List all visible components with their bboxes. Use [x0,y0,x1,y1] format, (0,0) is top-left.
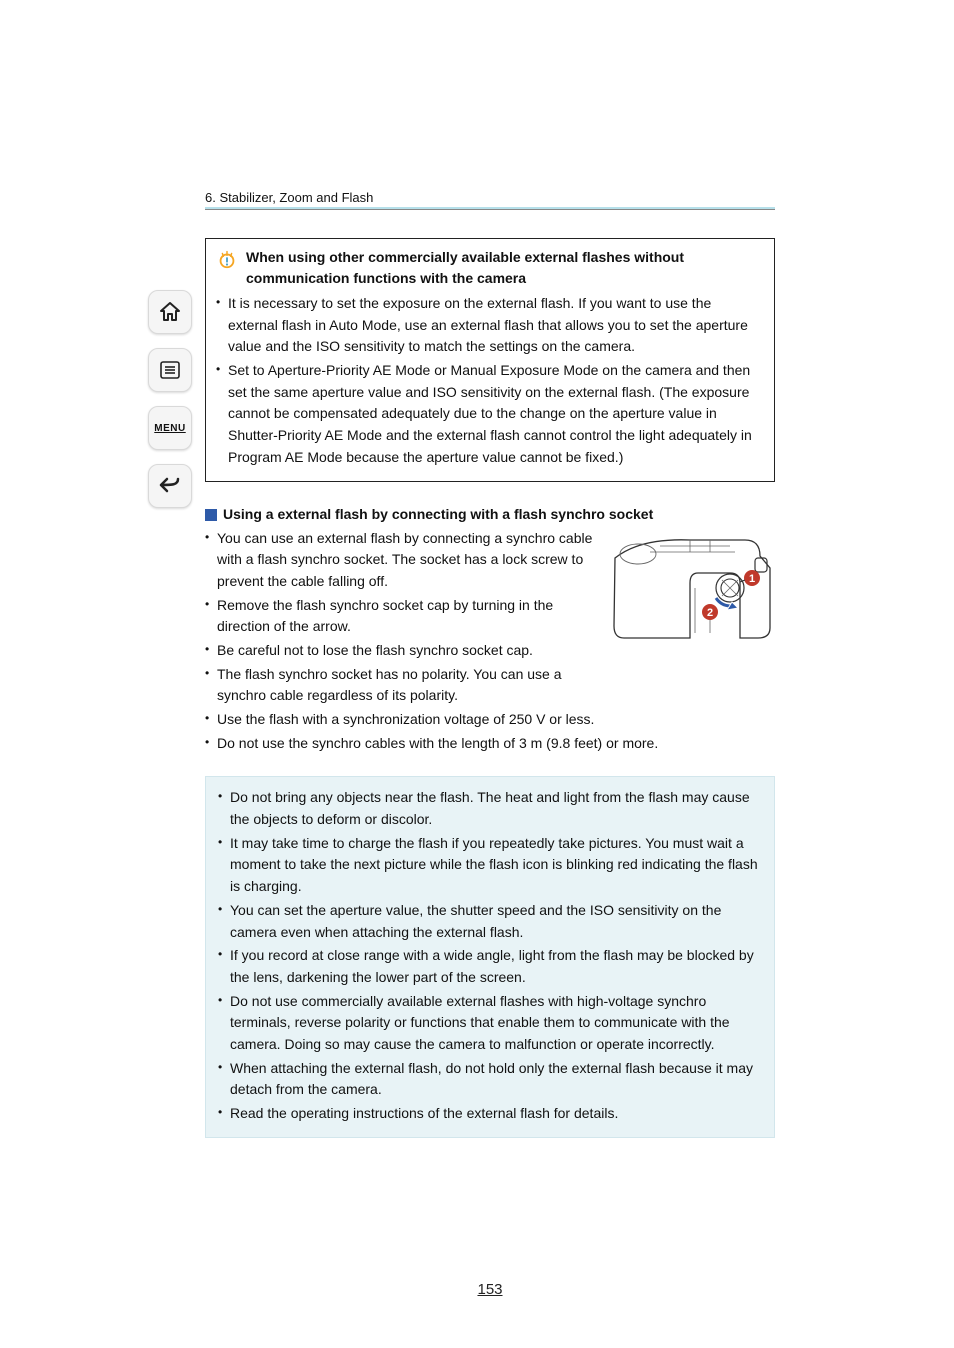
section-bullet: • Remove the flash synchro socket cap by… [205,595,600,638]
tip-icon [216,248,238,270]
chapter-title: 6. Stabilizer, Zoom and Flash [205,190,373,205]
note-bullet-text: Do not use commercially available extern… [230,991,762,1056]
nav-toc-button[interactable] [148,348,192,392]
section-bullet: • Do not use the synchro cables with the… [205,733,775,755]
section-bullet-text: Remove the flash synchro socket cap by t… [217,595,600,638]
section-bullet: • Use the flash with a synchronization v… [205,709,775,731]
home-icon [158,300,182,324]
page-content: 6. Stabilizer, Zoom and Flash When using… [205,190,775,1138]
section-heading: Using a external flash by connecting wit… [205,506,775,522]
section-bullet: • You can use an external flash by conne… [205,528,600,593]
note-bullet: •Read the operating instructions of the … [218,1103,762,1125]
note-bullet: •You can set the aperture value, the shu… [218,900,762,943]
section-title: Using a external flash by connecting wit… [223,506,653,522]
list-icon [158,358,182,382]
chapter-divider [205,207,775,210]
callout-1: 1 [749,573,755,585]
note-bullet-text: Do not bring any objects near the flash.… [230,787,762,830]
note-bullet-text: If you record at close range with a wide… [230,945,762,988]
section-bullet-text: Do not use the synchro cables with the l… [217,733,775,755]
section-bullet-text: Use the flash with a synchronization vol… [217,709,775,731]
note-bullet-text: It may take time to charge the flash if … [230,833,762,898]
note-bullet: •If you record at close range with a wid… [218,945,762,988]
camera-socket-figure: 1 2 [610,528,775,647]
section-bullet-text: The flash synchro socket has no polarity… [217,664,600,707]
nav-home-button[interactable] [148,290,192,334]
section-bullet: • The flash synchro socket has no polari… [205,664,600,707]
callout-2: 2 [707,607,713,619]
tip-title: When using other commercially available … [246,247,764,289]
tip-bullet: • It is necessary to set the exposure on… [216,293,764,358]
tip-bullet-text: Set to Aperture-Priority AE Mode or Manu… [228,360,764,468]
notes-box: •Do not bring any objects near the flash… [205,776,775,1137]
nav-back-button[interactable] [148,464,192,508]
note-bullet: •When attaching the external flash, do n… [218,1058,762,1101]
section-bullet-text: Be careful not to lose the flash synchro… [217,640,600,662]
menu-icon-text: MENU [154,423,185,434]
note-bullet: •Do not bring any objects near the flash… [218,787,762,830]
nav-menu-button[interactable]: MENU [148,406,192,450]
note-bullet-text: Read the operating instructions of the e… [230,1103,762,1125]
note-bullet-text: You can set the aperture value, the shut… [230,900,762,943]
chapter-header: 6. Stabilizer, Zoom and Flash [205,190,775,214]
section-bullet: • Be careful not to lose the flash synch… [205,640,600,662]
note-bullet: •It may take time to charge the flash if… [218,833,762,898]
tip-box: When using other commercially available … [205,238,775,482]
note-bullet-text: When attaching the external flash, do no… [230,1058,762,1101]
tip-bullet-text: It is necessary to set the exposure on t… [228,293,764,358]
note-bullet: •Do not use commercially available exter… [218,991,762,1056]
page-number-link[interactable]: 153 [205,1281,775,1298]
manual-nav-sidebar: MENU [148,290,198,522]
section-bullet-text: You can use an external flash by connect… [217,528,600,593]
tip-bullet: • Set to Aperture-Priority AE Mode or Ma… [216,360,764,468]
section-marker-icon [205,509,217,521]
back-arrow-icon [158,474,182,498]
